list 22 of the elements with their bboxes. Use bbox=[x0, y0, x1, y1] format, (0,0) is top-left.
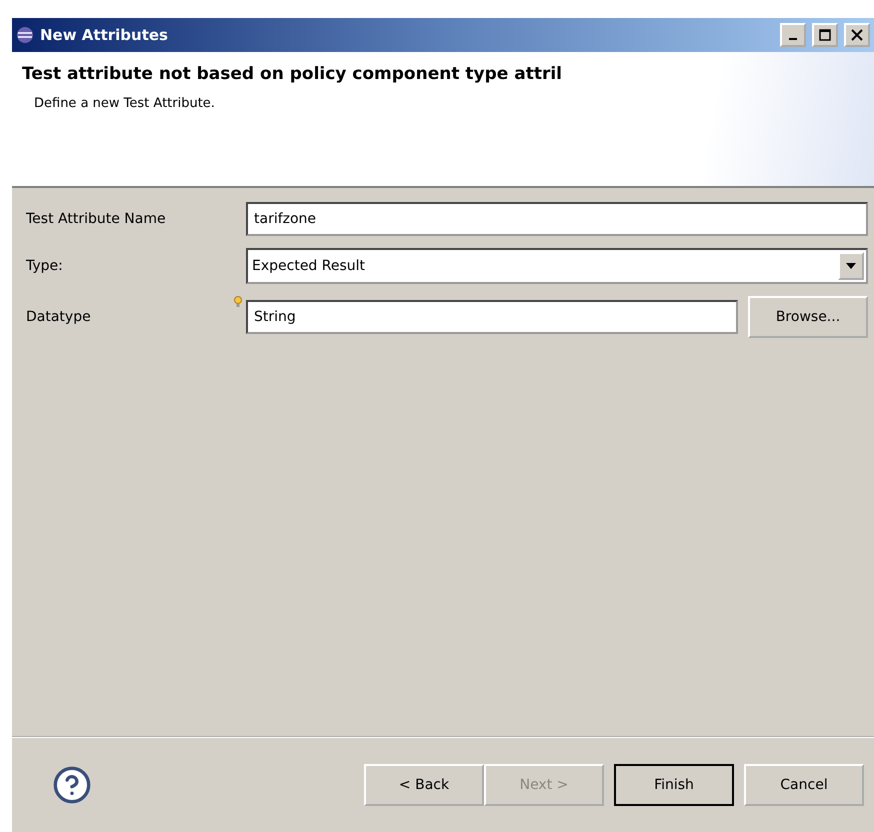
wizard-button[interactable]: Finish bbox=[614, 764, 734, 806]
text-field[interactable]: String bbox=[246, 300, 738, 334]
page-description: Define a new Test Attribute. bbox=[34, 96, 216, 111]
field-label: Datatype bbox=[26, 309, 92, 325]
close-icon bbox=[851, 29, 863, 41]
app-icon bbox=[16, 26, 34, 44]
browse-button[interactable]: Browse... bbox=[748, 296, 868, 338]
close-button[interactable] bbox=[844, 23, 870, 47]
page-title: Test attribute not based on policy component type attril bbox=[22, 64, 563, 84]
dropdown-arrow-icon bbox=[846, 263, 856, 269]
text-field[interactable]: tarifzone bbox=[246, 202, 868, 236]
wizard-button[interactable]: Cancel bbox=[744, 764, 864, 806]
window-title: New Attributes bbox=[40, 26, 169, 44]
field-label: Type: bbox=[26, 258, 64, 274]
minimize-icon bbox=[789, 38, 797, 40]
wizard-button[interactable]: < Back bbox=[364, 764, 484, 806]
minimize-button[interactable] bbox=[780, 23, 806, 47]
type-dropdown[interactable]: Expected Result bbox=[246, 248, 868, 284]
maximize-button[interactable] bbox=[812, 23, 838, 47]
help-icon[interactable] bbox=[52, 765, 92, 805]
field-label: Test Attribute Name bbox=[26, 211, 167, 227]
maximize-icon bbox=[819, 29, 831, 41]
